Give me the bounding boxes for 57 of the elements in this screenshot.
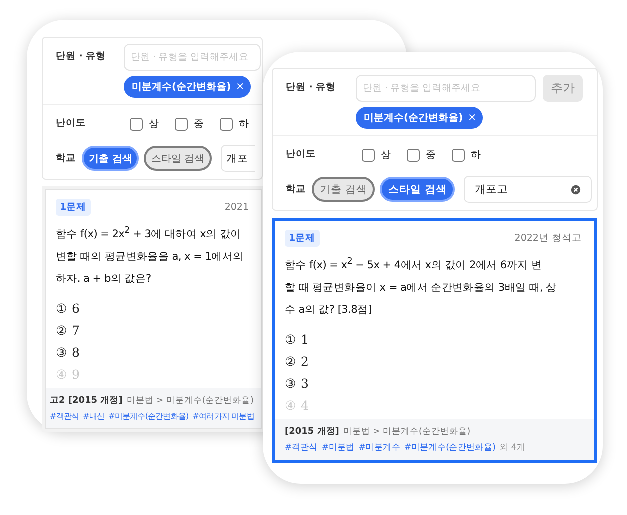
checkbox-label: 하	[239, 118, 249, 131]
field-label: 단원 · 유형	[285, 81, 338, 95]
field-label: 난이도	[285, 148, 317, 162]
checkbox[interactable]	[220, 118, 233, 130]
count-badge: 1문제	[56, 199, 91, 216]
checkbox-label: 상	[149, 118, 159, 131]
field-label: 난이도	[55, 117, 87, 131]
tag-link[interactable]: #내신	[83, 410, 105, 422]
clear-icon[interactable]	[571, 184, 581, 194]
unit-search-field[interactable]: 단원 · 유형을 입력해주세요	[124, 44, 261, 71]
curriculum-label: 고2 [2015 개정]	[50, 394, 123, 407]
answer-choice: ③ 3	[285, 374, 310, 393]
tag-link[interactable]: #미분법	[322, 442, 355, 454]
checkbox[interactable]	[407, 148, 420, 162]
checkbox-label: 중	[426, 149, 436, 162]
unit-search-field[interactable]: 단원 · 유형을 입력해주세요	[356, 75, 536, 102]
search-mode-button[interactable]: 기출 검색	[312, 177, 376, 202]
remove-chip-button[interactable]: ✕	[236, 82, 245, 92]
school-field[interactable]: 개포	[220, 145, 255, 172]
answer-choice: ② 2	[285, 352, 310, 371]
tag-link[interactable]: #미분계수	[358, 442, 400, 454]
curriculum-label: [2015 개정]	[285, 426, 340, 438]
unit-path: 미분법 > 미분계수(순간변화율)	[343, 426, 471, 438]
search-mode-button[interactable]: 기출 검색	[82, 146, 140, 171]
question-source: 2022년 청석고	[514, 232, 582, 245]
tag-link[interactable]: #미분계수(순간변화율)	[108, 410, 189, 422]
field-label: 학교	[286, 183, 306, 196]
search-mode-button[interactable]: 스타일 검색	[380, 177, 455, 202]
more-tags-count: 외 4개	[500, 442, 526, 454]
checkbox-label: 중	[194, 118, 204, 131]
question-source: 2021	[224, 202, 249, 213]
count-badge: 1문제	[285, 230, 320, 247]
field-label: 단원 · 유형	[55, 50, 108, 64]
add-button[interactable]: 추가	[543, 75, 583, 102]
tag-link[interactable]: #객관식	[50, 410, 80, 422]
chip-label: 미분계수(순간변화율)	[132, 81, 232, 94]
school-field[interactable]: 개포고	[464, 176, 592, 203]
field-label: 학교	[56, 152, 76, 165]
tag-link[interactable]: #객관식	[285, 442, 318, 454]
checkbox-label: 상	[381, 149, 391, 162]
checkbox-label: 하	[471, 149, 481, 162]
question-text: 함수 f(x) = x$^{2}$ − 5x + 4에서 x의 값이 2에서 6까지 변 할 때 평균변화율이 x = a에서 순간변화율의 3배일 때, 상 수 a의 값? [3.8점]	[284, 256, 558, 318]
remove-chip-button[interactable]: ✕	[468, 112, 477, 124]
answer-choice: ① 1	[285, 330, 310, 349]
answer-choice: ③ 8	[56, 344, 81, 362]
checkbox[interactable]	[362, 148, 375, 162]
question-text: 함수 f(x) = 2x$^{2}$ + 3에 대하여 x의 값이 변할 때의 평균변화율을 a, x = 1에서의 하자. a + b의 값은?	[55, 225, 245, 287]
answer-choice: ① 6	[56, 300, 81, 318]
unit-path: 미분법 > 미분계수(순간변화율)	[126, 394, 254, 407]
tag-link[interactable]: #미분계수(순간변화율)	[404, 442, 496, 454]
tag-link[interactable]: #여러가지 미분법	[192, 410, 254, 422]
search-mode-button[interactable]: 스타일 검색	[144, 146, 212, 171]
checkbox[interactable]	[452, 148, 465, 162]
chip-label: 미분계수(순간변화율)	[364, 112, 464, 125]
checkbox[interactable]	[130, 118, 143, 130]
answer-choice: ② 7	[56, 322, 81, 340]
checkbox[interactable]	[175, 118, 188, 130]
